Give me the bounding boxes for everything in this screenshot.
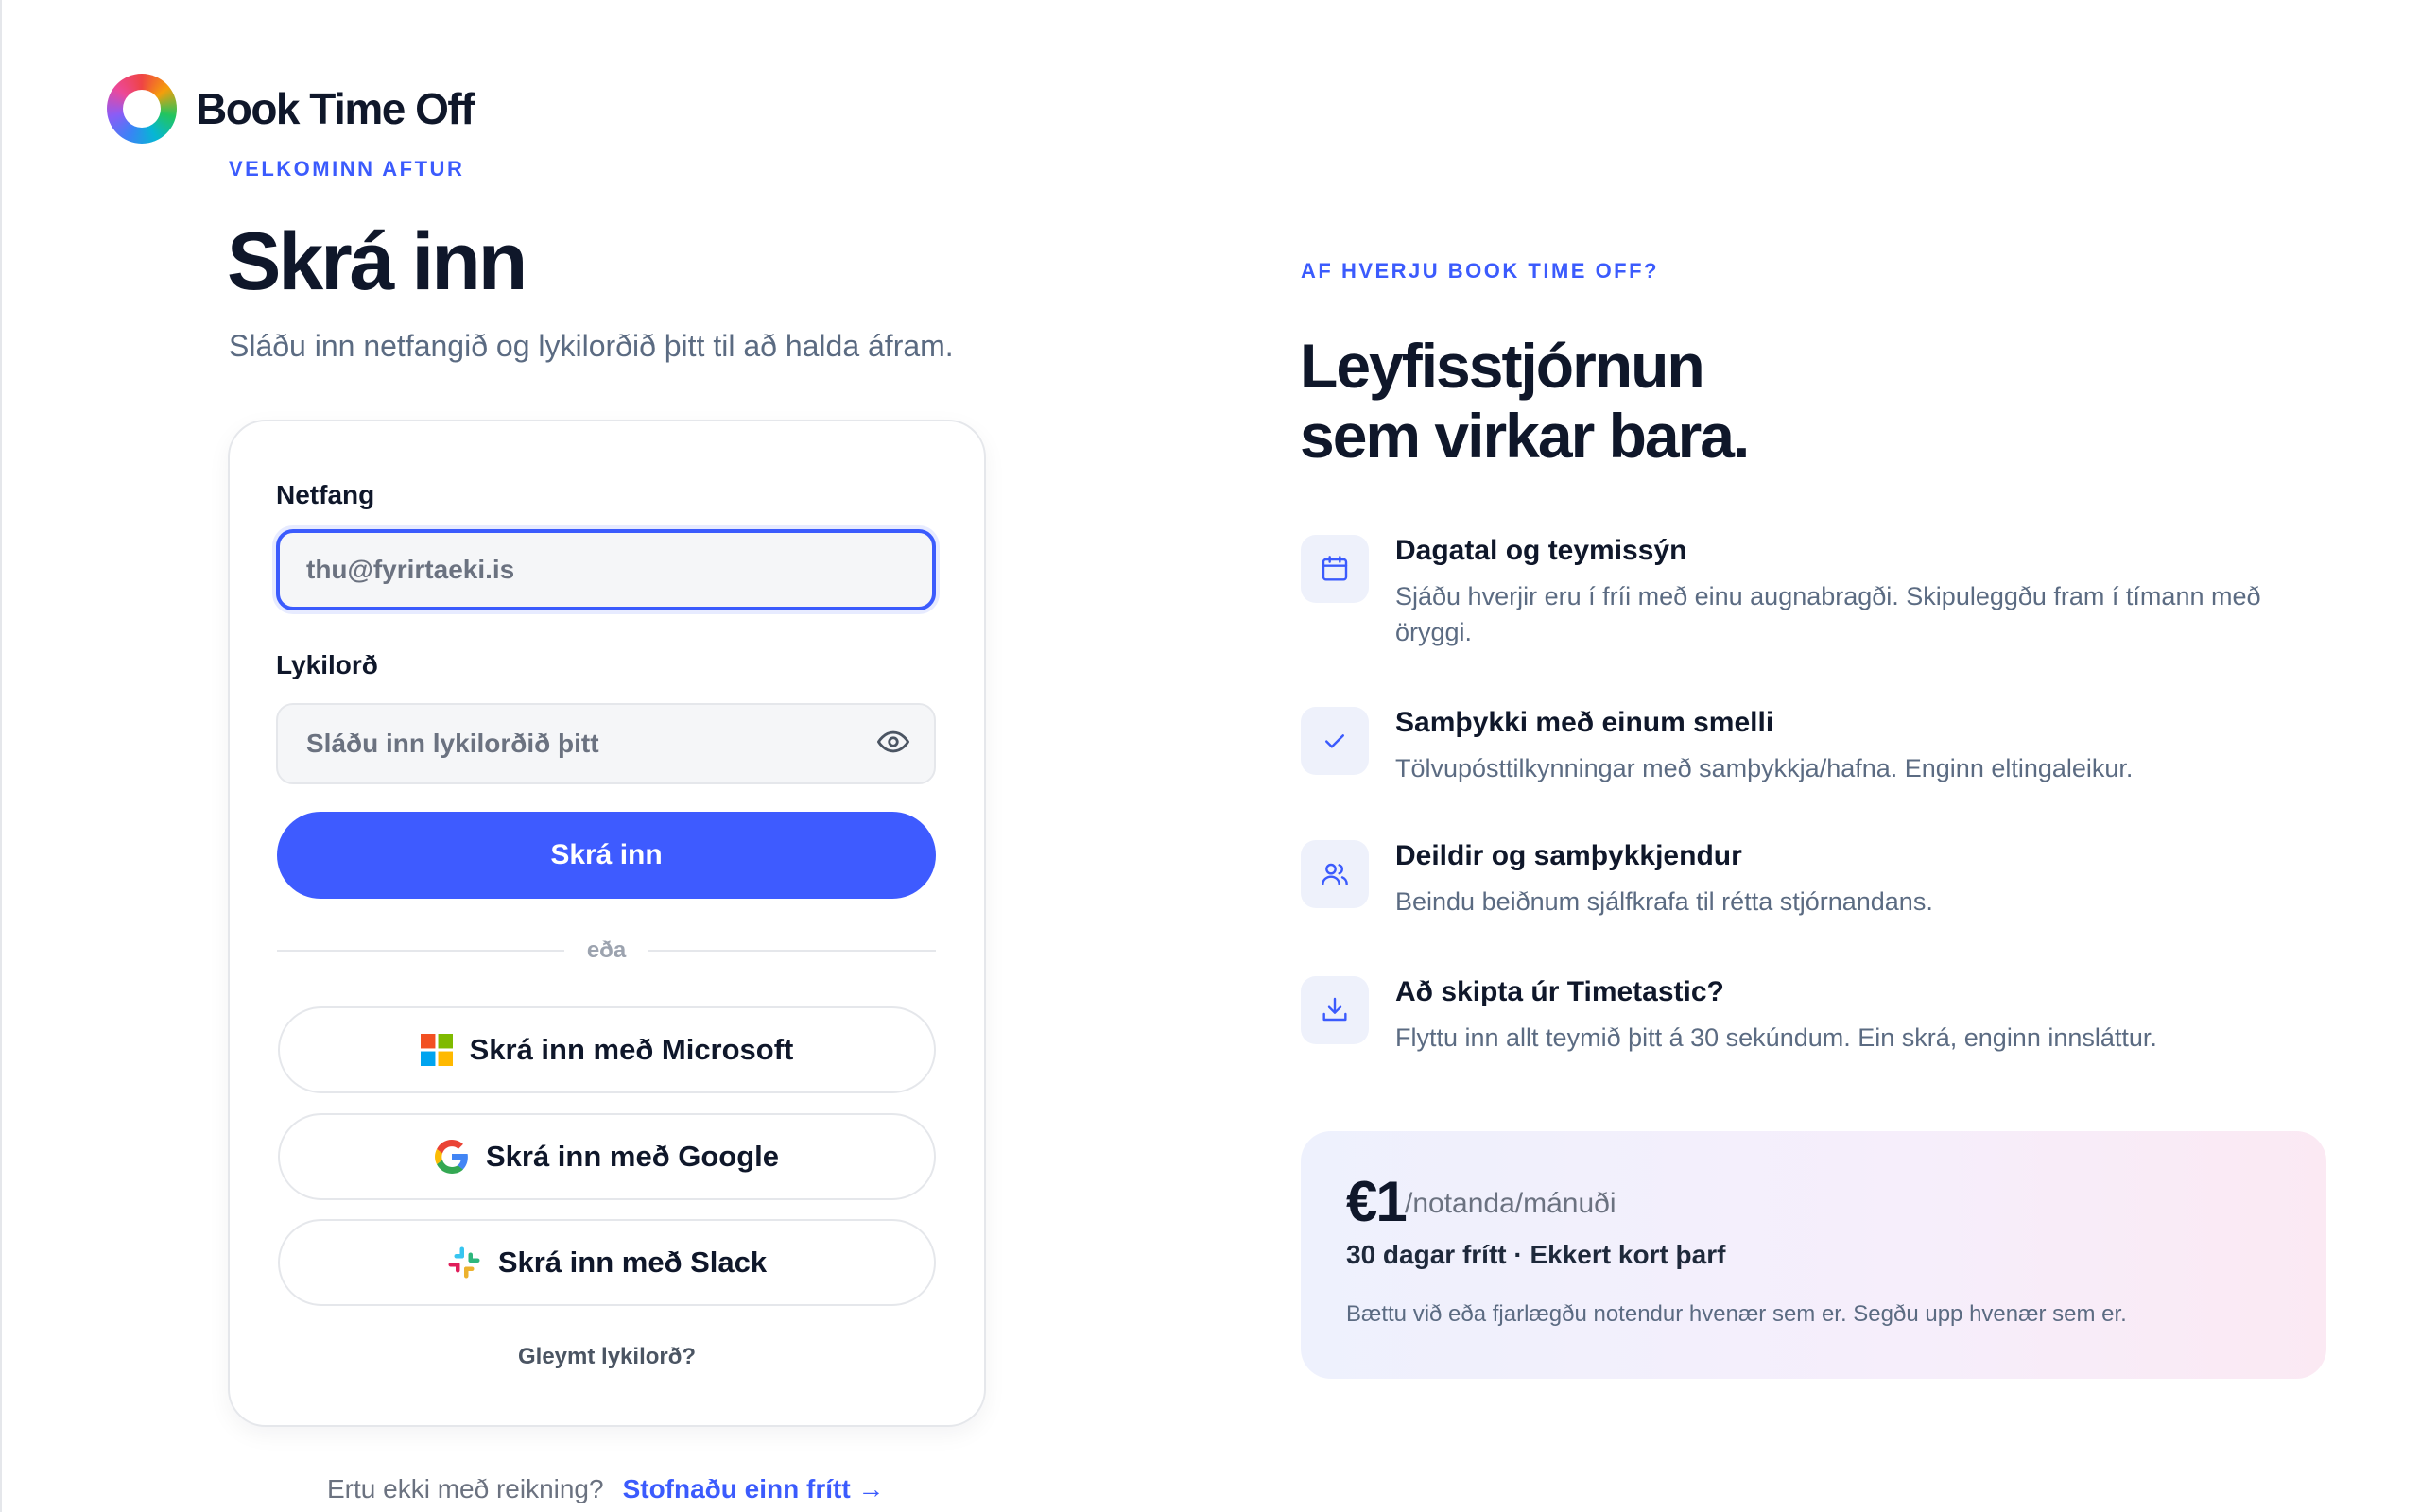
- headline-line-1: Leyfisstjórnun: [1300, 331, 1705, 401]
- slack-sign-in-button[interactable]: Skrá inn með Slack: [278, 1219, 936, 1306]
- signup-link[interactable]: Stofnaðu einn frítt →: [623, 1474, 885, 1504]
- slack-icon: [447, 1246, 481, 1280]
- slack-button-label: Skrá inn með Slack: [497, 1246, 768, 1279]
- password-field[interactable]: [276, 703, 936, 784]
- price-note: Bættu við eða fjarlægðu notendur hvenær …: [1346, 1301, 2127, 1327]
- email-label: Netfang: [276, 480, 375, 509]
- page-title: Skrá inn: [227, 216, 527, 307]
- forgot-password-link[interactable]: Gleymt lykilorð?: [518, 1344, 696, 1370]
- google-sign-in-button[interactable]: Skrá inn með Google: [278, 1113, 936, 1200]
- password-label: Lykilorð: [276, 650, 378, 679]
- microsoft-button-label: Skrá inn með Microsoft: [469, 1033, 794, 1066]
- signup-prompt: Ertu ekki með reikning? Stofnaðu einn fr…: [327, 1474, 884, 1504]
- email-field[interactable]: [276, 529, 936, 610]
- google-icon: [434, 1140, 469, 1174]
- welcome-eyebrow: VELKOMINN AFTUR: [229, 157, 465, 180]
- page-subtitle: Sláðu inn netfangið og lykilorðið þitt t…: [229, 329, 954, 363]
- calendar-icon: [1301, 535, 1369, 603]
- divider-text: eða: [586, 937, 627, 963]
- users-icon: [1301, 840, 1369, 908]
- divider-line-left: [277, 950, 564, 952]
- price-amount: €1: [1346, 1170, 1408, 1233]
- price-unit: /notanda/mánuði: [1405, 1188, 1616, 1219]
- feature-description: Sjáðu hverjir eru í fríi með einu augnab…: [1395, 582, 2261, 646]
- brand-logo[interactable]: Book Time Off: [107, 74, 475, 144]
- check-icon: [1301, 707, 1369, 775]
- show-password-icon[interactable]: [877, 726, 909, 758]
- feature-title: Deildir og samþykkjendur: [1395, 840, 1742, 871]
- marketing-headline: Leyfisstjórnun sem virkar bara.: [1300, 331, 1750, 471]
- no-account-text: Ertu ekki með reikning?: [327, 1474, 604, 1503]
- window-edge: [0, 0, 2, 1512]
- sign-in-button[interactable]: Skrá inn: [277, 812, 936, 899]
- feature-title: Að skipta úr Timetastic?: [1395, 976, 1724, 1007]
- headline-line-2: sem virkar bara.: [1300, 401, 1750, 471]
- microsoft-icon: [420, 1034, 453, 1066]
- feature-description: Beindu beiðnum sjálfkrafa til rétta stjó…: [1395, 887, 1933, 916]
- logo-ring-icon: [107, 74, 177, 144]
- why-eyebrow: AF HVERJU BOOK TIME OFF?: [1301, 259, 1659, 283]
- microsoft-sign-in-button[interactable]: Skrá inn með Microsoft: [278, 1006, 936, 1093]
- pricing-card: €1 /notanda/mánuði 30 dagar frítt · Ekke…: [1301, 1131, 2326, 1379]
- divider-line-right: [648, 950, 936, 952]
- brand-name: Book Time Off: [196, 84, 475, 133]
- feature-description: Tölvupósttilkynningar með samþykkja/hafn…: [1395, 754, 2134, 782]
- download-icon: [1301, 976, 1369, 1044]
- google-button-label: Skrá inn með Google: [485, 1140, 780, 1173]
- price-trial-text: 30 dagar frítt · Ekkert kort þarf: [1346, 1240, 1726, 1269]
- feature-title: Samþykki með einum smelli: [1395, 707, 1774, 738]
- feature-title: Dagatal og teymissýn: [1395, 535, 1687, 566]
- feature-description: Flyttu inn allt teymið þitt á 30 sekúndu…: [1395, 1023, 2157, 1052]
